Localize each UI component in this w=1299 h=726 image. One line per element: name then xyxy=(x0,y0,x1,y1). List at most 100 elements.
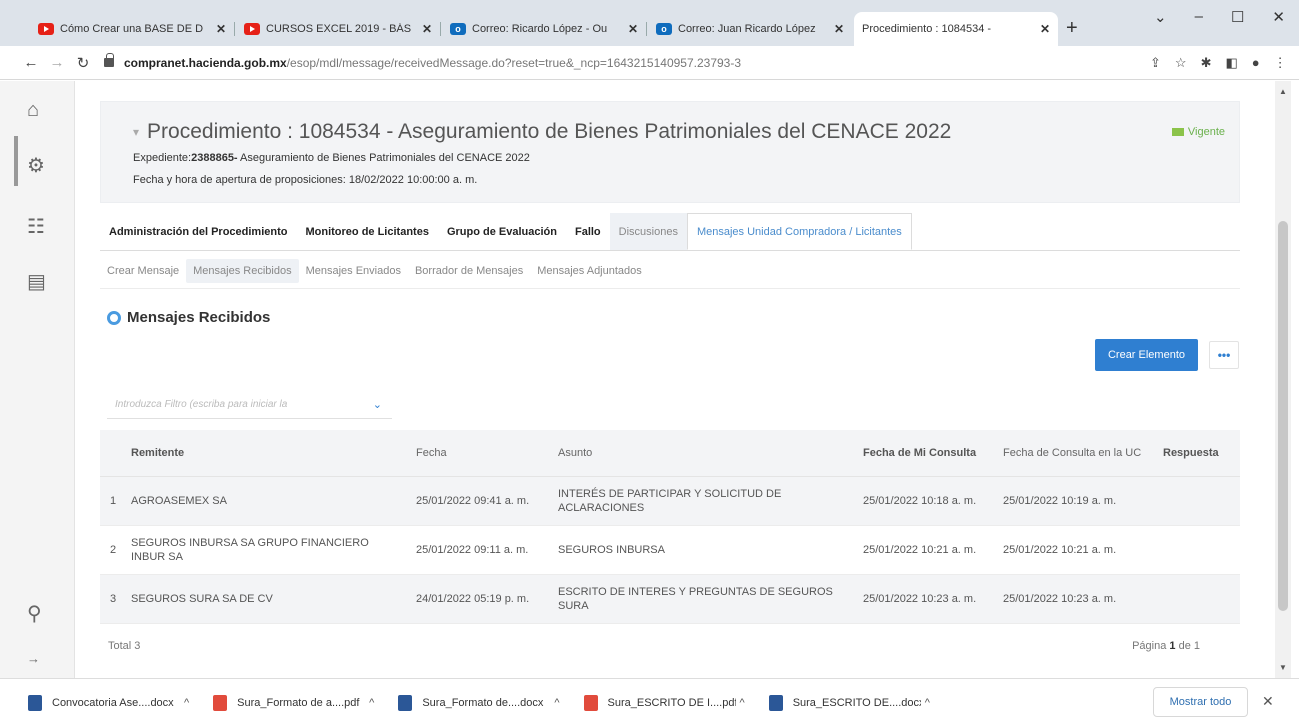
star-icon[interactable]: ☆ xyxy=(1175,55,1187,71)
chevron-up-icon[interactable]: ^ xyxy=(184,697,189,709)
download-item[interactable]: Sura_ESCRITO DE I....pdf ^ xyxy=(583,694,745,711)
col-fecha-consulta-uc[interactable]: Fecha de Consulta en la UC xyxy=(1003,446,1163,460)
forward-icon[interactable]: → xyxy=(44,54,70,71)
col-asunto[interactable]: Asunto xyxy=(558,446,863,460)
tab-administracion[interactable]: Administración del Procedimiento xyxy=(100,213,296,250)
word-file-icon xyxy=(398,694,413,711)
url-input[interactable]: compranet.hacienda.gob.mx/esop/mdl/messa… xyxy=(104,50,1134,76)
main-content: ▾ Procedimiento : 1084534 - Aseguramiento… xyxy=(75,81,1275,678)
crear-elemento-button[interactable]: Crear Elemento xyxy=(1095,339,1198,371)
cell-asunto[interactable]: ESCRITO DE INTERES Y PREGUNTAS DE SEGURO… xyxy=(558,585,863,613)
chevron-up-icon[interactable]: ^ xyxy=(925,697,930,709)
procedure-header: ▾ Procedimiento : 1084534 - Aseguramiento… xyxy=(100,101,1240,203)
filter-input[interactable]: Introduzca Filtro (escriba para iniciar … xyxy=(107,391,392,419)
table-row[interactable]: 1 AGROASEMEX SA 25/01/2022 09:41 a. m. I… xyxy=(100,477,1240,526)
scroll-up-icon[interactable]: ▲ xyxy=(1279,87,1287,96)
subtab-crear-mensaje[interactable]: Crear Mensaje xyxy=(100,259,186,283)
reload-icon[interactable]: ↻ xyxy=(70,54,96,72)
back-icon[interactable]: ← xyxy=(18,54,44,71)
expediente-id: 2388865- xyxy=(191,152,238,164)
app-sidebar: ⌂ ⚙ ☷ ▤ ⚲ → xyxy=(0,81,75,678)
chevron-up-icon[interactable]: ^ xyxy=(369,697,374,709)
row-number: 2 xyxy=(110,544,117,556)
download-filename: Sura_ESCRITO DE I....pdf xyxy=(607,696,736,709)
download-item[interactable]: Sura_Formato de....docx ^ xyxy=(398,694,560,711)
expand-icon[interactable]: → xyxy=(27,651,40,666)
cell-asunto[interactable]: INTERÉS DE PARTICIPAR Y SOLICITUD DE ACL… xyxy=(558,487,863,515)
tab-monitoreo[interactable]: Monitoreo de Licitantes xyxy=(296,213,437,250)
col-remitente[interactable]: Remitente xyxy=(131,446,416,460)
cell-consulta-uc: 25/01/2022 10:23 a. m. xyxy=(1003,593,1117,605)
more-options-button[interactable]: ••• xyxy=(1209,341,1239,369)
close-icon[interactable]: ✕ xyxy=(216,22,226,36)
page-scrollbar[interactable]: ▲ ▼ xyxy=(1275,81,1291,678)
minimize-icon[interactable]: – xyxy=(1195,8,1203,26)
network-icon[interactable]: ⚙ xyxy=(27,153,45,178)
browser-tab[interactable]: CURSOS EXCEL 2019 - BÁS ✕ xyxy=(236,12,441,46)
expediente-desc: Aseguramiento de Bienes Patrimoniales de… xyxy=(237,152,530,164)
cell-consulta: 25/01/2022 10:18 a. m. xyxy=(863,495,977,507)
collapse-icon[interactable]: ▾ xyxy=(133,125,139,139)
subtab-borrador[interactable]: Borrador de Mensajes xyxy=(408,259,530,283)
show-all-button[interactable]: Mostrar todo xyxy=(1153,687,1248,717)
subtab-adjuntados[interactable]: Mensajes Adjuntados xyxy=(530,259,649,283)
download-item[interactable]: Sura_Formato de a....pdf ^ xyxy=(213,694,374,711)
chevron-up-icon[interactable]: ^ xyxy=(554,697,559,709)
chevron-up-icon[interactable]: ^ xyxy=(740,697,745,709)
apertura-line: Fecha y hora de apertura de proposicione… xyxy=(133,174,478,186)
document-icon[interactable]: ▤ xyxy=(27,269,46,294)
new-tab-icon[interactable]: + xyxy=(1066,17,1078,40)
browser-tab-active[interactable]: Procedimiento : 1084534 - ✕ xyxy=(854,12,1058,46)
chevron-down-icon[interactable]: ⌄ xyxy=(373,398,382,411)
tab-title: Correo: Juan Ricardo López xyxy=(678,23,816,35)
window-close-icon[interactable]: ✕ xyxy=(1272,8,1285,26)
col-fecha[interactable]: Fecha xyxy=(416,446,558,460)
download-filename: Convocatoria Ase....docx xyxy=(52,696,174,709)
tab-search-icon[interactable]: ⌄ xyxy=(1154,8,1167,26)
browser-tab[interactable]: Cómo Crear una BASE DE D ✕ xyxy=(30,12,235,46)
cell-fecha: 25/01/2022 09:11 a. m. xyxy=(416,544,529,556)
cell-consulta: 25/01/2022 10:21 a. m. xyxy=(863,544,977,556)
table-row[interactable]: 3 SEGUROS SURA SA DE CV 24/01/2022 05:19… xyxy=(100,575,1240,624)
outlook-icon: o xyxy=(656,23,672,35)
scrollbar-thumb[interactable] xyxy=(1278,221,1288,611)
page-number[interactable]: 1 xyxy=(1169,640,1175,652)
procedure-title: ▾ Procedimiento : 1084534 - Aseguramiento… xyxy=(133,120,951,144)
tab-grupo-evaluacion[interactable]: Grupo de Evaluación xyxy=(438,213,566,250)
tab-fallo[interactable]: Fallo xyxy=(566,213,610,250)
subtab-mensajes-enviados[interactable]: Mensajes Enviados xyxy=(299,259,408,283)
close-icon[interactable]: ✕ xyxy=(834,22,844,36)
menu-icon[interactable]: ⋮ xyxy=(1274,55,1287,71)
search-icon[interactable]: ⚲ xyxy=(27,601,42,626)
extensions-icon[interactable]: ✱ xyxy=(1201,55,1212,71)
col-fecha-consulta[interactable]: Fecha de Mi Consulta xyxy=(863,446,1003,460)
download-item[interactable]: Sura_ESCRITO DE....docx ^ xyxy=(768,694,930,711)
close-icon[interactable]: ✕ xyxy=(422,22,432,36)
messages-table: Remitente Fecha Asunto Fecha de Mi Consu… xyxy=(100,430,1240,668)
maximize-icon[interactable]: ☐ xyxy=(1231,8,1244,26)
scroll-down-icon[interactable]: ▼ xyxy=(1279,663,1287,672)
tab-mensajes[interactable]: Mensajes Unidad Compradora / Licitantes xyxy=(686,213,912,250)
cell-fecha: 25/01/2022 09:41 a. m. xyxy=(416,495,530,507)
browser-tab[interactable]: o Correo: Ricardo López - Ou ✕ xyxy=(442,12,647,46)
col-respuesta[interactable]: Respuesta xyxy=(1163,446,1240,460)
share-icon[interactable]: ⇪ xyxy=(1150,55,1161,71)
home-icon[interactable]: ⌂ xyxy=(27,99,39,122)
procedure-title-text: Procedimiento : 1084534 - Aseguramiento … xyxy=(147,120,952,143)
close-icon[interactable]: ✕ xyxy=(628,22,638,36)
outlook-icon: o xyxy=(450,23,466,35)
people-icon[interactable]: ☷ xyxy=(27,214,45,239)
word-file-icon xyxy=(28,694,42,711)
close-downloads-icon[interactable]: ✕ xyxy=(1262,693,1274,710)
download-item[interactable]: Convocatoria Ase....docx ^ xyxy=(28,694,189,711)
cell-asunto[interactable]: SEGUROS INBURSA xyxy=(558,543,863,557)
youtube-icon xyxy=(244,23,260,35)
browser-tab[interactable]: o Correo: Juan Ricardo López ✕ xyxy=(648,12,852,46)
table-row[interactable]: 2 SEGUROS INBURSA SA GRUPO FINANCIERO IN… xyxy=(100,526,1240,575)
close-icon[interactable]: ✕ xyxy=(1040,22,1050,36)
sidepanel-icon[interactable]: ◧ xyxy=(1225,55,1237,71)
tab-discusiones[interactable]: Discusiones xyxy=(609,213,687,250)
page-label: Página xyxy=(1132,640,1167,652)
profile-icon[interactable]: ● xyxy=(1252,55,1260,71)
subtab-mensajes-recibidos[interactable]: Mensajes Recibidos xyxy=(186,258,299,283)
